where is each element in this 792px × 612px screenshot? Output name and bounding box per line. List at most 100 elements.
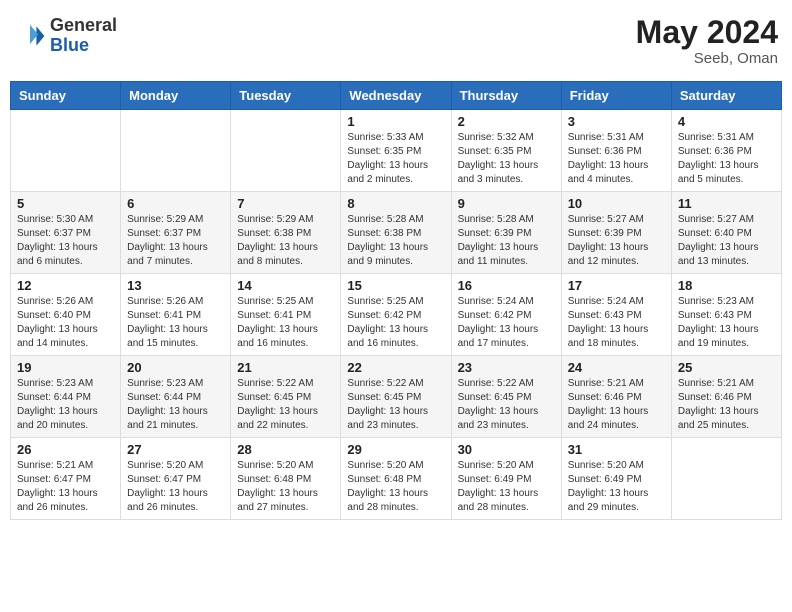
- day-number: 24: [568, 360, 665, 375]
- day-cell-21: 21 Sunrise: 5:22 AM Sunset: 6:45 PM Dayli…: [231, 356, 341, 438]
- day-info: Sunrise: 5:26 AM Sunset: 6:41 PM Dayligh…: [127, 295, 224, 351]
- day-number: 8: [347, 196, 444, 211]
- day-cell-4: 4Sunrise: 5:31 AM Sunset: 6:36 PM Daylig…: [671, 110, 781, 192]
- day-info: Sunrise: 5:26 AM Sunset: 6:40 PM Dayligh…: [17, 295, 114, 351]
- day-info: Sunrise: 5:20 AM Sunset: 6:48 PM Dayligh…: [237, 459, 334, 515]
- day-info: Sunrise: 5:32 AM Sunset: 6:35 PM Dayligh…: [458, 131, 555, 187]
- day-cell-12: 12 Sunrise: 5:26 AM Sunset: 6:40 PM Dayli…: [11, 274, 121, 356]
- day-info: Sunrise: 5:27 AM Sunset: 6:40 PM Dayligh…: [678, 213, 775, 269]
- day-header-tuesday: Tuesday: [231, 82, 341, 110]
- day-cell-30: 30 Sunrise: 5:20 AM Sunset: 6:49 PM Dayli…: [451, 438, 561, 520]
- day-header-saturday: Saturday: [671, 82, 781, 110]
- day-info: Sunrise: 5:21 AM Sunset: 6:46 PM Dayligh…: [568, 377, 665, 433]
- day-info: Sunrise: 5:20 AM Sunset: 6:48 PM Dayligh…: [347, 459, 444, 515]
- day-cell-26: 26Sunrise: 5:21 AM Sunset: 6:47 PM Dayli…: [11, 438, 121, 520]
- logo-icon: [14, 20, 46, 52]
- day-cell-20: 20 Sunrise: 5:23 AM Sunset: 6:44 PM Dayli…: [121, 356, 231, 438]
- day-number: 1: [347, 114, 444, 129]
- day-cell-13: 13 Sunrise: 5:26 AM Sunset: 6:41 PM Dayli…: [121, 274, 231, 356]
- day-cell-5: 5Sunrise: 5:30 AM Sunset: 6:37 PM Daylig…: [11, 192, 121, 274]
- day-number: 18: [678, 278, 775, 293]
- day-cell-1: 1 Sunrise: 5:33 AM Sunset: 6:35 PM Daylig…: [341, 110, 451, 192]
- day-number: 22: [347, 360, 444, 375]
- day-info: Sunrise: 5:29 AM Sunset: 6:38 PM Dayligh…: [237, 213, 334, 269]
- day-number: 2: [458, 114, 555, 129]
- day-header-sunday: Sunday: [11, 82, 121, 110]
- day-cell-15: 15 Sunrise: 5:25 AM Sunset: 6:42 PM Dayli…: [341, 274, 451, 356]
- location: Seeb, Oman: [636, 50, 778, 67]
- day-header-thursday: Thursday: [451, 82, 561, 110]
- day-info: Sunrise: 5:25 AM Sunset: 6:41 PM Dayligh…: [237, 295, 334, 351]
- day-cell-2: 2 Sunrise: 5:32 AM Sunset: 6:35 PM Daylig…: [451, 110, 561, 192]
- day-number: 5: [17, 196, 114, 211]
- day-cell-25: 25 Sunrise: 5:21 AM Sunset: 6:46 PM Dayli…: [671, 356, 781, 438]
- day-number: 17: [568, 278, 665, 293]
- day-number: 3: [568, 114, 665, 129]
- day-info: Sunrise: 5:23 AM Sunset: 6:44 PM Dayligh…: [127, 377, 224, 433]
- day-info: Sunrise: 5:24 AM Sunset: 6:42 PM Dayligh…: [458, 295, 555, 351]
- day-info: Sunrise: 5:29 AM Sunset: 6:37 PM Dayligh…: [127, 213, 224, 269]
- day-number: 21: [237, 360, 334, 375]
- day-info: Sunrise: 5:22 AM Sunset: 6:45 PM Dayligh…: [237, 377, 334, 433]
- day-info: Sunrise: 5:22 AM Sunset: 6:45 PM Dayligh…: [347, 377, 444, 433]
- day-cell-29: 29 Sunrise: 5:20 AM Sunset: 6:48 PM Dayli…: [341, 438, 451, 520]
- day-number: 10: [568, 196, 665, 211]
- day-number: 29: [347, 442, 444, 457]
- empty-cell: [231, 110, 341, 192]
- day-info: Sunrise: 5:20 AM Sunset: 6:49 PM Dayligh…: [568, 459, 665, 515]
- day-header-wednesday: Wednesday: [341, 82, 451, 110]
- logo: General Blue: [14, 16, 117, 56]
- day-number: 19: [17, 360, 114, 375]
- day-number: 31: [568, 442, 665, 457]
- day-header-monday: Monday: [121, 82, 231, 110]
- day-cell-17: 17 Sunrise: 5:24 AM Sunset: 6:43 PM Dayli…: [561, 274, 671, 356]
- day-info: Sunrise: 5:23 AM Sunset: 6:44 PM Dayligh…: [17, 377, 114, 433]
- day-number: 28: [237, 442, 334, 457]
- day-info: Sunrise: 5:31 AM Sunset: 6:36 PM Dayligh…: [568, 131, 665, 187]
- day-cell-6: 6 Sunrise: 5:29 AM Sunset: 6:37 PM Daylig…: [121, 192, 231, 274]
- day-info: Sunrise: 5:21 AM Sunset: 6:47 PM Dayligh…: [17, 459, 114, 515]
- empty-cell: [11, 110, 121, 192]
- day-number: 23: [458, 360, 555, 375]
- logo-blue: Blue: [50, 35, 89, 55]
- day-number: 11: [678, 196, 775, 211]
- day-cell-10: 10 Sunrise: 5:27 AM Sunset: 6:39 PM Dayli…: [561, 192, 671, 274]
- day-number: 27: [127, 442, 224, 457]
- day-header-friday: Friday: [561, 82, 671, 110]
- day-cell-23: 23 Sunrise: 5:22 AM Sunset: 6:45 PM Dayli…: [451, 356, 561, 438]
- day-number: 7: [237, 196, 334, 211]
- day-cell-7: 7 Sunrise: 5:29 AM Sunset: 6:38 PM Daylig…: [231, 192, 341, 274]
- calendar: SundayMondayTuesdayWednesdayThursdayFrid…: [10, 81, 782, 520]
- day-number: 30: [458, 442, 555, 457]
- day-number: 6: [127, 196, 224, 211]
- day-cell-16: 16 Sunrise: 5:24 AM Sunset: 6:42 PM Dayli…: [451, 274, 561, 356]
- day-cell-24: 24 Sunrise: 5:21 AM Sunset: 6:46 PM Dayli…: [561, 356, 671, 438]
- day-info: Sunrise: 5:23 AM Sunset: 6:43 PM Dayligh…: [678, 295, 775, 351]
- day-number: 13: [127, 278, 224, 293]
- day-number: 12: [17, 278, 114, 293]
- day-number: 9: [458, 196, 555, 211]
- day-info: Sunrise: 5:22 AM Sunset: 6:45 PM Dayligh…: [458, 377, 555, 433]
- day-number: 14: [237, 278, 334, 293]
- day-info: Sunrise: 5:21 AM Sunset: 6:46 PM Dayligh…: [678, 377, 775, 433]
- day-number: 16: [458, 278, 555, 293]
- day-info: Sunrise: 5:31 AM Sunset: 6:36 PM Dayligh…: [678, 131, 775, 187]
- day-cell-27: 27Sunrise: 5:20 AM Sunset: 6:47 PM Dayli…: [121, 438, 231, 520]
- empty-cell: [121, 110, 231, 192]
- day-info: Sunrise: 5:20 AM Sunset: 6:49 PM Dayligh…: [458, 459, 555, 515]
- day-info: Sunrise: 5:27 AM Sunset: 6:39 PM Dayligh…: [568, 213, 665, 269]
- day-info: Sunrise: 5:28 AM Sunset: 6:38 PM Dayligh…: [347, 213, 444, 269]
- empty-cell: [671, 438, 781, 520]
- day-number: 15: [347, 278, 444, 293]
- day-number: 20: [127, 360, 224, 375]
- day-info: Sunrise: 5:28 AM Sunset: 6:39 PM Dayligh…: [458, 213, 555, 269]
- day-info: Sunrise: 5:33 AM Sunset: 6:35 PM Dayligh…: [347, 131, 444, 187]
- day-cell-31: 31 Sunrise: 5:20 AM Sunset: 6:49 PM Dayli…: [561, 438, 671, 520]
- day-cell-11: 11 Sunrise: 5:27 AM Sunset: 6:40 PM Dayli…: [671, 192, 781, 274]
- day-info: Sunrise: 5:25 AM Sunset: 6:42 PM Dayligh…: [347, 295, 444, 351]
- header: General Blue May 2024 Seeb, Oman: [10, 10, 782, 73]
- day-info: Sunrise: 5:24 AM Sunset: 6:43 PM Dayligh…: [568, 295, 665, 351]
- day-cell-22: 22 Sunrise: 5:22 AM Sunset: 6:45 PM Dayli…: [341, 356, 451, 438]
- logo-text: General Blue: [50, 16, 117, 56]
- day-number: 25: [678, 360, 775, 375]
